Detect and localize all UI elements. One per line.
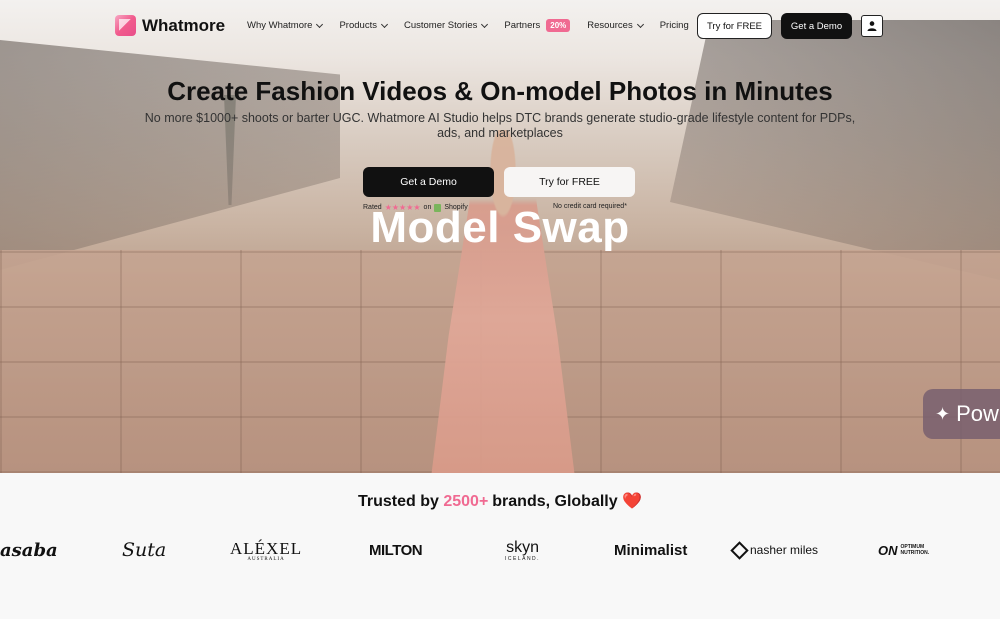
- brand-logo-nasher-miles: nasher miles: [730, 530, 819, 570]
- nav-try-free-button[interactable]: Try for FREE: [697, 13, 772, 39]
- power-chip-label: Pow: [956, 401, 999, 426]
- brand-logo-suta: Suta: [122, 530, 166, 570]
- trusted-prefix: Trusted by: [357, 493, 439, 510]
- brand-logo[interactable]: Whatmore: [115, 15, 225, 36]
- menu-item-partners[interactable]: Partners 20%: [504, 19, 571, 32]
- brand-logo-optimum-nutrition: ON OPTIMUM NUTRITION.: [878, 530, 929, 570]
- menu-item-why-whatmore[interactable]: Why Whatmore: [247, 20, 324, 31]
- menu-item-products[interactable]: Products: [339, 20, 389, 31]
- hero-get-demo-button[interactable]: Get a Demo: [363, 167, 494, 197]
- menu-item-label: Products: [339, 20, 377, 31]
- brand-label: ALÉXEL: [230, 538, 303, 558]
- brand-logo-minimalist: Minimalist: [614, 530, 687, 570]
- nasher-diamond-icon: [730, 540, 749, 560]
- user-icon: [867, 21, 877, 31]
- chevron-down-icon: [481, 20, 489, 28]
- menu-item-resources[interactable]: Resources: [587, 20, 644, 31]
- menu-item-customer-stories[interactable]: Customer Stories: [403, 20, 489, 31]
- brand-label: ON: [878, 542, 898, 558]
- nav-get-demo-button[interactable]: Get a Demo: [781, 13, 852, 39]
- whatmore-logo-icon: [115, 15, 136, 36]
- brand-label: Minimalist: [614, 541, 688, 559]
- brand-label: nasher miles: [750, 543, 819, 557]
- brand-name: Whatmore: [142, 15, 226, 35]
- brand-label: asaba: [0, 539, 58, 561]
- brand-logo-skyn: skyn ICELAND.: [505, 530, 540, 570]
- trusted-suffix: brands, Globally: [492, 493, 618, 510]
- hero-try-free-button[interactable]: Try for FREE: [504, 167, 635, 197]
- power-chip[interactable]: ✦ Pow: [923, 389, 1000, 439]
- discount-badge: 20%: [546, 19, 571, 32]
- model-swap-overlay-title: Model Swap: [370, 203, 630, 252]
- heart-icon: ❤️: [622, 493, 643, 510]
- main-menu: Why Whatmore Products Customer Stories P…: [247, 19, 706, 32]
- sparkle-icon: ✦: [935, 403, 951, 424]
- hero-headline: Create Fashion Videos & On-model Photos …: [167, 76, 833, 106]
- hero-subline: No more $1000+ shoots or barter UGC. Wha…: [144, 111, 856, 140]
- brand-sublabel: ICELAND.: [505, 555, 541, 562]
- user-account-button[interactable]: [861, 15, 883, 37]
- menu-item-pricing[interactable]: Pricing: [660, 20, 689, 31]
- menu-item-label: Why Whatmore: [247, 20, 313, 31]
- menu-item-label: Partners: [504, 20, 541, 31]
- brand-sublabel: OPTIMUM NUTRITION.: [901, 544, 930, 556]
- brand-label: MILTON: [369, 541, 423, 559]
- menu-item-label: Customer Stories: [403, 20, 478, 31]
- brand-sublabel: AUSTRALIA: [247, 556, 285, 562]
- trusted-count: 2500+: [443, 493, 489, 510]
- trusted-heading: Trusted by 2500+ brands, Globally ❤️: [0, 491, 1000, 511]
- brand-logos-strip: asaba Suta ALÉXEL AUSTRALIA MILTON skyn …: [0, 530, 1000, 575]
- menu-item-label: Pricing: [659, 20, 689, 31]
- chevron-down-icon: [636, 20, 644, 28]
- top-nav: Whatmore Why Whatmore Products Customer …: [0, 0, 1000, 52]
- brand-label: skyn: [506, 538, 539, 556]
- brand-logo-asaba: asaba: [0, 530, 58, 570]
- brand-logo-alexel: ALÉXEL AUSTRALIA: [230, 530, 302, 570]
- on-sub-2: NUTRITION.: [900, 550, 930, 556]
- menu-item-label: Resources: [587, 20, 633, 31]
- brand-label: Suta: [122, 539, 167, 561]
- chevron-down-icon: [380, 20, 389, 28]
- chevron-down-icon: [316, 20, 324, 28]
- brand-logo-milton: MILTON: [369, 530, 423, 570]
